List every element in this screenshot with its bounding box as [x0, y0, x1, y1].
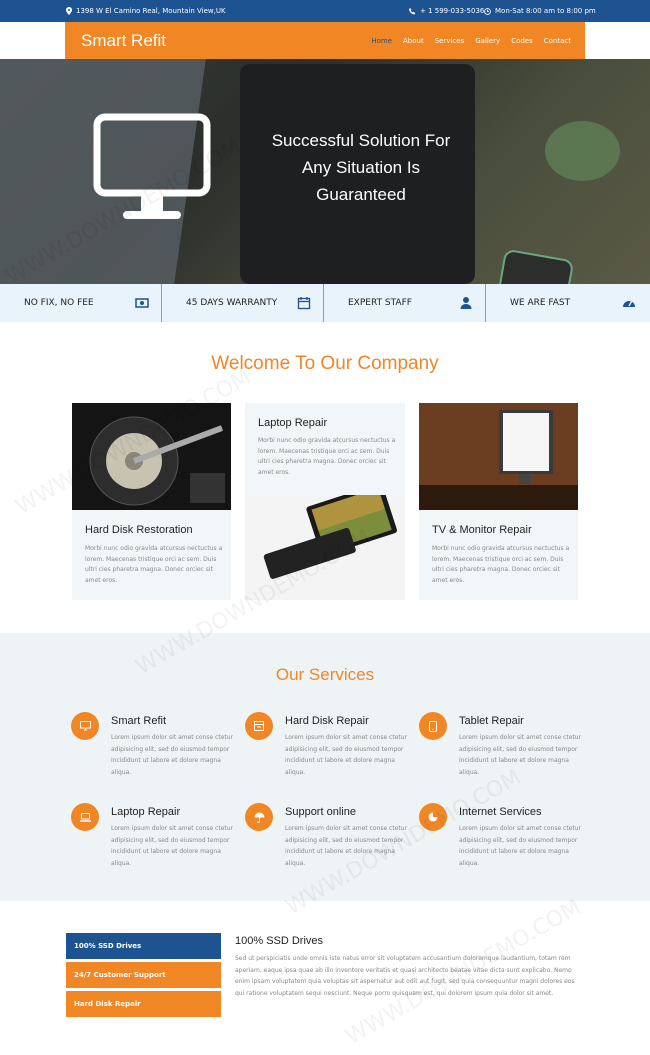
service-text: Lorem ipsum dolor sit amet conse ctetur …: [459, 734, 582, 776]
hero-plant-image: [545, 121, 620, 181]
nav-home[interactable]: Home: [371, 37, 392, 45]
calendar-icon: [297, 297, 311, 310]
service-text: Lorem ipsum dolor sit amet conse ctetur …: [285, 825, 408, 867]
card-text: Morbi nunc odio gravida atcursus nectuct…: [85, 545, 223, 584]
feature-warranty: 45 DAYS WARRANTY: [162, 284, 324, 322]
feature-label: WE ARE FAST: [510, 298, 571, 308]
tv-monitor-image: [419, 403, 578, 510]
service-text: Lorem ipsum dolor sit amet conse ctetur …: [459, 825, 582, 867]
hours-block: Mon-Sat 8:00 am to 8:00 pm: [484, 7, 596, 15]
map-pin-icon: [66, 7, 72, 15]
main-nav: Home About Services Gallery Codes Contac…: [371, 37, 571, 45]
card-laptop[interactable]: Laptop Repair Morbi nunc odio gravida at…: [245, 403, 405, 600]
monitor-icon: [93, 113, 211, 219]
laptop-icon: [79, 812, 91, 822]
service-title: Hard Disk Repair: [285, 715, 369, 727]
tab-customer-support[interactable]: 24/7 Customer Support: [66, 962, 221, 988]
card-title: TV & Monitor Repair: [432, 524, 532, 536]
hero-headline: Successful Solution For Any Situation Is…: [271, 131, 451, 204]
feature-tabs: 100% SSD Drives 24/7 Customer Support Ha…: [66, 933, 221, 1020]
address-text: 1398 W El Camino Real, Mountain View,UK: [76, 7, 226, 15]
address-block: 1398 W El Camino Real, Mountain View,UK: [66, 7, 226, 15]
harddisk-icon: [254, 721, 264, 731]
phone-icon: [409, 7, 416, 14]
service-title: Smart Refit: [111, 715, 167, 727]
clock-icon: [484, 7, 491, 15]
service-text: Lorem ipsum dolor sit amet conse ctetur …: [111, 734, 234, 776]
tab-content-text: Sed ut perspiciatis unde omnis iste natu…: [235, 955, 575, 997]
service-icon-circle: [71, 712, 99, 740]
pie-icon: [428, 812, 438, 822]
hours-text: Mon-Sat 8:00 am to 8:00 pm: [495, 7, 596, 15]
service-title: Tablet Repair: [459, 715, 524, 727]
hard-disk-image: [72, 403, 231, 510]
service-text: Lorem ipsum dolor sit amet conse ctetur …: [285, 734, 408, 776]
nav-services[interactable]: Services: [435, 37, 465, 45]
card-text: Morbi nunc odio gravida atcursus nectuct…: [432, 545, 570, 584]
desktop-icon: [79, 721, 91, 731]
card-tv-monitor[interactable]: TV & Monitor Repair Morbi nunc odio grav…: [419, 403, 578, 600]
card-text: Morbi nunc odio gravida atcursus nectuct…: [258, 437, 396, 476]
user-icon: [460, 297, 472, 309]
welcome-title: Welcome To Our Company: [211, 353, 439, 374]
phone-text[interactable]: + 1 599-033-5036: [420, 7, 484, 15]
services-title: Our Services: [275, 665, 375, 684]
service-icon-circle: [71, 803, 99, 831]
service-icon-circle: [419, 712, 447, 740]
features-bar: NO FIX, NO FEE 45 DAYS WARRANTY EXPERT S…: [0, 284, 650, 322]
nav-codes[interactable]: Codes: [511, 37, 533, 45]
feature-label: EXPERT STAFF: [348, 298, 412, 308]
phone-block: + 1 599-033-5036: [409, 7, 484, 15]
tablet-icon: [429, 720, 437, 732]
service-text: Lorem ipsum dolor sit amet conse ctetur …: [111, 825, 234, 867]
service-title: Laptop Repair: [111, 806, 181, 818]
feature-label: 45 DAYS WARRANTY: [186, 298, 278, 308]
card-title: Hard Disk Restoration: [85, 524, 193, 536]
laptop-tablet-image: [245, 495, 405, 600]
site-header: Smart Refit Home About Services Gallery …: [65, 22, 585, 59]
service-icon-circle: [245, 803, 273, 831]
hero-phone-image: [489, 248, 575, 284]
card-title: Laptop Repair: [258, 417, 328, 429]
tab-hard-disk-repair[interactable]: Hard Disk Repair: [66, 991, 221, 1017]
nav-gallery[interactable]: Gallery: [475, 37, 500, 45]
service-title: Support online: [285, 806, 356, 818]
card-hard-disk[interactable]: Hard Disk Restoration Morbi nunc odio gr…: [72, 403, 231, 600]
feature-we-are-fast: WE ARE FAST: [486, 284, 648, 322]
feature-no-fix-no-fee: NO FIX, NO FEE: [0, 284, 162, 322]
nav-about[interactable]: About: [403, 37, 424, 45]
top-info-bar: 1398 W El Camino Real, Mountain View,UK …: [0, 0, 650, 22]
umbrella-icon: [254, 812, 264, 823]
feature-label: NO FIX, NO FEE: [24, 298, 94, 308]
money-icon: [135, 298, 149, 308]
feature-expert-staff: EXPERT STAFF: [324, 284, 486, 322]
service-title: Internet Services: [459, 806, 542, 818]
tab-ssd-drives[interactable]: 100% SSD Drives: [66, 933, 221, 959]
service-icon-circle: [245, 712, 273, 740]
speedometer-icon: [623, 301, 635, 307]
tab-content-title: 100% SSD Drives: [235, 935, 324, 947]
service-icon-circle: [419, 803, 447, 831]
brand-logo[interactable]: Smart Refit: [81, 31, 166, 51]
nav-contact[interactable]: Contact: [544, 37, 571, 45]
